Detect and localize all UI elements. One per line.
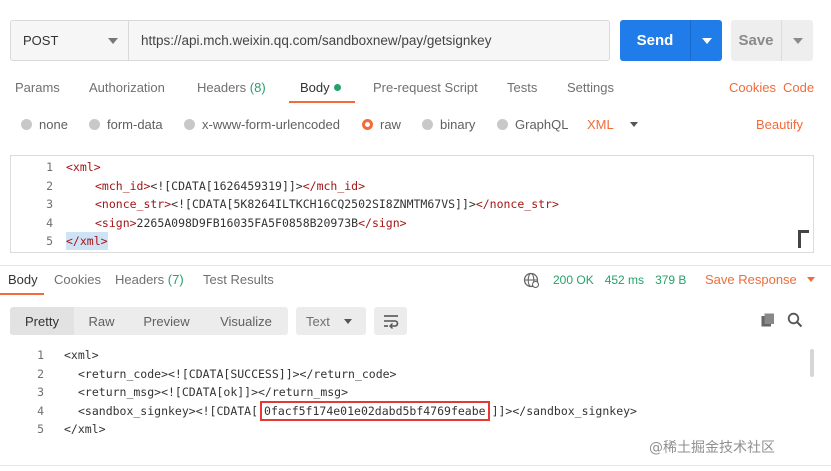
chevron-down-icon: [701, 37, 712, 44]
chevron-down-icon: [343, 318, 352, 324]
body-type-radios: none form-data x-www-form-urlencoded raw…: [0, 117, 831, 135]
radio-graphql[interactable]: GraphQL: [497, 117, 568, 132]
tab-body[interactable]: Body: [300, 80, 341, 95]
save-response-button[interactable]: Save Response: [705, 272, 815, 287]
response-status: 200 OK 452 ms 379 B: [523, 272, 686, 288]
resp-tab-cookies[interactable]: Cookies: [54, 272, 101, 287]
chevron-down-icon: [806, 277, 815, 282]
chevron-down-icon: [792, 37, 803, 44]
body-indicator-dot: [333, 84, 341, 91]
url-input[interactable]: https://api.mch.weixin.qq.com/sandboxnew…: [129, 21, 609, 60]
method-label: POST: [23, 33, 59, 48]
view-pretty-button[interactable]: Pretty: [10, 307, 74, 335]
response-size[interactable]: 379 B: [655, 273, 686, 287]
line-number: 2: [37, 366, 44, 381]
headers-count: (8): [249, 80, 266, 95]
response-time[interactable]: 452 ms: [605, 273, 644, 287]
response-format-select[interactable]: Text: [296, 307, 366, 335]
view-raw-button[interactable]: Raw: [74, 307, 129, 335]
radio-circle: [21, 119, 32, 130]
response-scrollbar[interactable]: [810, 349, 814, 377]
watermark: @稀土掘金技术社区: [649, 440, 775, 456]
line-number: 5: [46, 234, 53, 248]
save-button[interactable]: Save: [731, 20, 813, 61]
send-label: Send: [636, 32, 674, 49]
sandbox-signkey-highlight: 0facf5f174e01e02dabd5bf4769feabe: [260, 400, 490, 421]
radio-circle: [497, 119, 508, 130]
code-line: 3 <nonce_str><![CDATA[5K8264ILTKCH16CQ25…: [11, 195, 813, 213]
radio-binary[interactable]: binary: [422, 117, 475, 132]
tab-settings[interactable]: Settings: [567, 80, 614, 95]
chevron-down-icon: [108, 37, 118, 44]
send-options-button[interactable]: [691, 37, 722, 44]
request-bar: POST https://api.mch.weixin.qq.com/sandb…: [10, 20, 610, 61]
line-number: 2: [46, 178, 53, 193]
line-number: 3: [37, 385, 44, 399]
code-line: 2 <mch_id><![CDATA[1626459319]]></mch_id…: [11, 177, 813, 195]
send-button[interactable]: Send: [620, 20, 722, 61]
response-view-modes: Pretty Raw Preview Visualize: [10, 307, 288, 335]
request-body-editor[interactable]: 1 <xml> 2 <mch_id><![CDATA[1626459319]]>…: [10, 155, 814, 253]
resp-headers-count: (7): [167, 272, 184, 287]
line-number: 4: [46, 215, 53, 230]
line-number: 5: [37, 422, 44, 436]
code-line: 1 <xml>: [11, 158, 813, 176]
save-options-button[interactable]: [781, 20, 813, 61]
radio-circle-selected: [362, 119, 373, 130]
resp-tab-test-results[interactable]: Test Results: [203, 272, 274, 287]
radio-x-www-form-urlencoded[interactable]: x-www-form-urlencoded: [184, 117, 340, 132]
tab-params[interactable]: Params: [15, 80, 60, 95]
radio-none[interactable]: none: [21, 117, 68, 132]
beautify-link[interactable]: Beautify: [756, 117, 803, 132]
response-format-label: Text: [306, 313, 330, 329]
tab-authorization[interactable]: Authorization: [89, 80, 165, 95]
line-number: 4: [37, 403, 44, 418]
resp-tab-headers[interactable]: Headers (7): [115, 272, 184, 287]
resp-tab-body[interactable]: Body: [8, 272, 38, 287]
status-code[interactable]: 200 OK: [553, 273, 594, 287]
method-select[interactable]: POST: [11, 21, 129, 60]
globe-icon[interactable]: [523, 272, 539, 288]
code-line: 1 <xml>: [0, 346, 831, 365]
save-label: Save: [738, 32, 774, 49]
code-line: 5 </xml>: [0, 420, 831, 439]
code-link[interactable]: Code: [783, 80, 814, 95]
wrap-lines-button[interactable]: [374, 307, 407, 335]
line-number: 1: [46, 160, 53, 174]
raw-language-label: XML: [587, 117, 614, 132]
code-line: 3 <return_msg><![CDATA[ok]]></return_msg…: [0, 383, 831, 402]
radio-circle: [184, 119, 195, 130]
code-line: 4 <sign>2265A098D9FB16035FA5F0858B20973B…: [11, 214, 813, 232]
view-visualize-button[interactable]: Visualize: [204, 307, 288, 335]
radio-circle: [89, 119, 100, 130]
tab-tests[interactable]: Tests: [507, 80, 537, 95]
bottom-divider: [0, 465, 831, 466]
request-tabs: Params Authorization Headers (8) Body Pr…: [0, 80, 831, 102]
active-tab-indicator: [289, 101, 355, 103]
line-number: 3: [46, 197, 53, 211]
wrap-lines-icon: [383, 315, 398, 329]
save-response-label: Save Response: [705, 272, 797, 287]
radio-raw[interactable]: raw: [362, 117, 401, 132]
copy-icon[interactable]: [760, 312, 776, 328]
tab-headers[interactable]: Headers (8): [197, 80, 266, 95]
search-icon[interactable]: [787, 312, 803, 328]
response-divider: [0, 265, 831, 266]
radio-circle: [422, 119, 433, 130]
cookies-link[interactable]: Cookies: [729, 80, 776, 95]
view-preview-button[interactable]: Preview: [129, 307, 204, 335]
chevron-down-icon: [629, 122, 638, 127]
radio-form-data[interactable]: form-data: [89, 117, 163, 132]
active-resp-tab-indicator: [0, 293, 44, 295]
tab-pre-request-script[interactable]: Pre-request Script: [373, 80, 478, 95]
response-body-viewer[interactable]: 1 <xml> 2 <return_code><![CDATA[SUCCESS]…: [0, 346, 831, 446]
code-line: 4 <sandbox_signkey><![CDATA[0facf5f174e0…: [0, 400, 831, 421]
raw-language-select[interactable]: XML: [587, 117, 638, 132]
text-cursor-icon: [798, 230, 809, 248]
code-line: 5 </xml>: [11, 232, 813, 250]
code-line: 2 <return_code><![CDATA[SUCCESS]]></retu…: [0, 365, 831, 384]
line-number: 1: [37, 348, 44, 362]
